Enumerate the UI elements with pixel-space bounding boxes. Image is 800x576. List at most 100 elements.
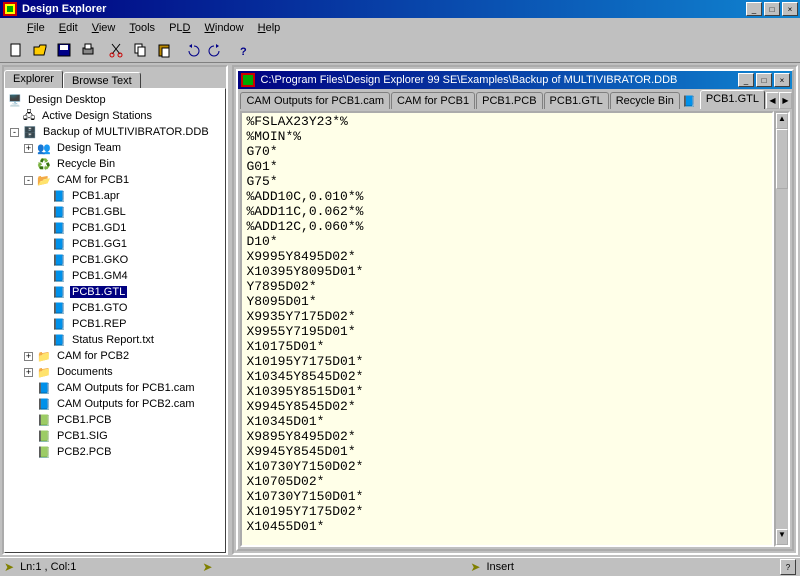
tree-pcb1[interactable]: PCB1.PCB (55, 414, 113, 426)
undo-icon[interactable] (180, 39, 203, 61)
workspace: Explorer Browse Text 🖥️Design Desktop 🖧A… (0, 63, 800, 557)
cam-file-icon: 📘 (36, 380, 52, 396)
tree-item-label[interactable]: PCB1.GD1 (70, 222, 128, 234)
tab-scroll-right[interactable]: ▶ (779, 92, 792, 109)
tree-item[interactable]: 📘PCB1.REP (7, 316, 223, 332)
copy-icon[interactable] (128, 39, 151, 61)
doc-icon (240, 72, 256, 88)
expand-button[interactable]: - (24, 176, 33, 185)
toolbar: ? (0, 37, 800, 63)
tree-item-label[interactable]: Status Report.txt (70, 334, 156, 346)
expand-button[interactable]: + (24, 368, 33, 377)
team-icon: 👥 (36, 140, 52, 156)
window-titlebar: Design Explorer _ □ × (0, 0, 800, 18)
help-icon[interactable]: ? (232, 39, 255, 61)
doc-tab-pcb1gtl[interactable]: PCB1.GTL (544, 92, 609, 109)
scroll-up-button[interactable]: ▲ (776, 113, 788, 129)
scroll-thumb[interactable] (776, 129, 788, 189)
folder-icon: 📁 (36, 348, 52, 364)
tree-ads[interactable]: Active Design Stations (40, 110, 154, 122)
tree-item[interactable]: 📘PCB1.GD1 (7, 220, 223, 236)
svg-text:?: ? (240, 46, 247, 58)
cut-icon[interactable] (104, 39, 127, 61)
expand-button[interactable]: + (24, 352, 33, 361)
menu-tools[interactable]: Tools (122, 21, 162, 35)
editor-container: %FSLAX23Y23*% %MOIN*% G70* G01* G75* %AD… (238, 109, 792, 549)
tree-pcb1sig[interactable]: PCB1.SIG (55, 430, 110, 442)
file-icon: 📘 (51, 252, 67, 268)
open-icon[interactable] (28, 39, 51, 61)
mdi-minimize-button[interactable]: _ (738, 73, 754, 87)
tree-item-label[interactable]: PCB1.GBL (70, 206, 128, 218)
minimize-button[interactable]: _ (746, 2, 762, 16)
doc-tab-recyclebin[interactable]: Recycle Bin (610, 92, 680, 109)
tab-browse-text[interactable]: Browse Text (63, 72, 141, 88)
tree-recycle[interactable]: Recycle Bin (55, 158, 117, 170)
print-icon[interactable] (76, 39, 99, 61)
status-arrow-icon: ➤ (470, 560, 480, 574)
tree-camout2[interactable]: CAM Outputs for PCB2.cam (55, 398, 197, 410)
explorer-tree-body: 🖥️Design Desktop 🖧Active Design Stations… (4, 88, 226, 553)
file-icon: 📘 (51, 268, 67, 284)
tree-item-label[interactable]: PCB1.GTL (70, 286, 127, 298)
expand-button[interactable]: - (10, 128, 19, 137)
tree-item-label[interactable]: PCB1.GKO (70, 254, 130, 266)
tree-item[interactable]: 📘PCB1.GKO (7, 252, 223, 268)
vertical-scrollbar[interactable]: ▲ ▼ (774, 111, 790, 547)
tree-cam2[interactable]: CAM for PCB2 (55, 350, 131, 362)
status-help-button[interactable]: ? (780, 559, 796, 575)
tree-backup[interactable]: Backup of MULTIVIBRATOR.DDB (41, 126, 211, 138)
file-icon: 📘 (51, 236, 67, 252)
stations-icon: 🖧 (21, 108, 37, 124)
save-icon[interactable] (52, 39, 75, 61)
tree-item-label[interactable]: PCB1.GG1 (70, 238, 129, 250)
menu-help[interactable]: Help (251, 21, 288, 35)
close-button[interactable]: × (782, 2, 798, 16)
tree-documents[interactable]: Documents (55, 366, 115, 378)
mdi-close-button[interactable]: × (774, 73, 790, 87)
mdi-title-text: C:\Program Files\Design Explorer 99 SE\E… (260, 74, 736, 86)
doc-tab-active-pcb1gtl[interactable]: PCB1.GTL (700, 90, 765, 109)
status-position: Ln:1 , Col:1 (14, 561, 82, 573)
expand-button[interactable]: + (24, 144, 33, 153)
doc-tab-pcb1pcb[interactable]: PCB1.PCB (476, 92, 542, 109)
doc-tab-camforpcb1[interactable]: CAM for PCB1 (391, 92, 475, 109)
tree[interactable]: 🖥️Design Desktop 🖧Active Design Stations… (5, 89, 225, 552)
explorer-panel: Explorer Browse Text 🖥️Design Desktop 🖧A… (2, 65, 228, 555)
tree-item[interactable]: 📘PCB1.GTO (7, 300, 223, 316)
tree-item[interactable]: 📘Status Report.txt (7, 332, 223, 348)
tree-root[interactable]: Design Desktop (26, 94, 108, 106)
tree-item[interactable]: 📘PCB1.GM4 (7, 268, 223, 284)
menu-pld[interactable]: PLD (162, 21, 197, 35)
scroll-down-button[interactable]: ▼ (776, 529, 788, 545)
menu-view[interactable]: View (85, 21, 123, 35)
tree-item[interactable]: 📘PCB1.apr (7, 188, 223, 204)
tree-item[interactable]: 📘PCB1.GTL (7, 284, 223, 300)
tree-item-label[interactable]: PCB1.GTO (70, 302, 129, 314)
maximize-button[interactable]: □ (764, 2, 780, 16)
file-icon: 📘 (51, 204, 67, 220)
tree-pcb2[interactable]: PCB2.PCB (55, 446, 113, 458)
folder-open-icon: 📂 (36, 172, 52, 188)
recycle-icon: ♻️ (36, 156, 52, 172)
text-editor[interactable]: %FSLAX23Y23*% %MOIN*% G70* G01* G75* %AD… (240, 111, 774, 547)
tree-item-label[interactable]: PCB1.GM4 (70, 270, 130, 282)
tab-scroll-left[interactable]: ◀ (766, 92, 779, 109)
tree-item[interactable]: 📘PCB1.GG1 (7, 236, 223, 252)
paste-icon[interactable] (152, 39, 175, 61)
mdi-maximize-button[interactable]: □ (756, 73, 772, 87)
new-icon[interactable] (4, 39, 27, 61)
status-arrow-icon: ➤ (4, 560, 14, 574)
menu-file[interactable]: File (20, 21, 52, 35)
tree-design-team[interactable]: Design Team (55, 142, 123, 154)
tree-item[interactable]: 📘PCB1.GBL (7, 204, 223, 220)
tab-explorer[interactable]: Explorer (4, 70, 63, 88)
doc-tab-camoutputs[interactable]: CAM Outputs for PCB1.cam (240, 92, 390, 109)
menu-window[interactable]: Window (197, 21, 250, 35)
tree-camout1[interactable]: CAM Outputs for PCB1.cam (55, 382, 197, 394)
tree-item-label[interactable]: PCB1.apr (70, 190, 122, 202)
tree-cam1[interactable]: CAM for PCB1 (55, 174, 131, 186)
tree-item-label[interactable]: PCB1.REP (70, 318, 128, 330)
redo-icon[interactable] (204, 39, 227, 61)
menu-edit[interactable]: Edit (52, 21, 85, 35)
